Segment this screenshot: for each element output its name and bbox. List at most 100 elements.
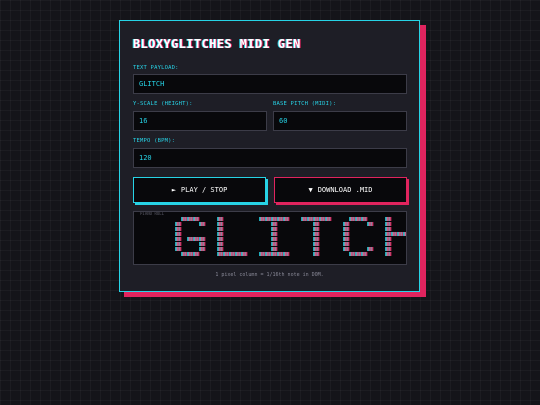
y-scale-label: Y-SCALE (HEIGHT): <box>133 101 193 107</box>
note-pixel <box>284 217 286 221</box>
play-stop-button[interactable]: ► PLAY / STOP <box>133 177 266 203</box>
note-pixel <box>244 252 247 256</box>
note-pixel <box>286 217 289 221</box>
note-pixel <box>274 217 277 221</box>
note-pixel <box>386 217 388 221</box>
note-pixel <box>386 222 388 226</box>
note-pixel <box>314 222 316 226</box>
note-pixel <box>314 237 316 241</box>
note-pixel <box>386 252 388 256</box>
note-pixel <box>364 217 367 221</box>
note-pixel <box>400 232 403 236</box>
note-pixel <box>386 227 388 231</box>
note-pixel <box>394 232 397 236</box>
piano-roll-label: PIANO ROLL <box>140 211 165 216</box>
note-pixel <box>262 252 265 256</box>
note-pixel <box>176 232 178 236</box>
note-pixel <box>388 242 391 246</box>
note-pixel <box>274 227 277 231</box>
note-pixel <box>326 217 328 221</box>
base-pitch-label: BASE PITCH (MIDI): <box>273 101 337 107</box>
note-pixel <box>184 217 187 221</box>
note-pixel <box>176 227 178 231</box>
note-pixel <box>218 232 220 236</box>
note-pixel <box>386 237 388 241</box>
note-pixel <box>388 227 391 231</box>
note-pixel <box>386 232 388 236</box>
note-pixel <box>200 237 202 241</box>
note-pixel <box>178 227 181 231</box>
note-pixel <box>346 232 349 236</box>
note-pixel <box>272 237 274 241</box>
note-pixel <box>194 252 196 256</box>
note-pixel <box>194 217 196 221</box>
note-pixel <box>184 252 187 256</box>
note-pixel <box>188 237 190 241</box>
note-pixel <box>196 217 199 221</box>
note-pixel <box>358 217 361 221</box>
note-pixel <box>196 237 199 241</box>
note-pixel <box>272 217 274 221</box>
note-pixel <box>190 237 193 241</box>
note-pixel <box>220 217 223 221</box>
note-pixel <box>200 242 202 246</box>
note-pixel <box>398 232 400 236</box>
note-pixel <box>272 222 274 226</box>
note-pixel <box>346 247 349 251</box>
text-payload-input[interactable]: GLITCH <box>133 74 407 94</box>
note-pixel <box>362 217 364 221</box>
note-pixel <box>178 222 181 226</box>
base-pitch-input[interactable]: 60 <box>273 111 407 131</box>
note-pixel <box>316 232 319 236</box>
note-pixel <box>358 252 361 256</box>
note-pixel <box>176 242 178 246</box>
note-pixel <box>316 222 319 226</box>
note-pixel <box>368 222 370 226</box>
note-pixel <box>274 237 277 241</box>
note-pixel <box>328 217 331 221</box>
note-pixel <box>316 227 319 231</box>
note-pixel <box>314 232 316 236</box>
note-pixel <box>188 252 190 256</box>
note-pixel <box>272 242 274 246</box>
y-scale-input[interactable]: 16 <box>133 111 267 131</box>
note-pixel <box>386 242 388 246</box>
note-pixel <box>202 242 205 246</box>
note-pixel <box>218 252 220 256</box>
download-mid-button[interactable]: ▼ DOWNLOAD .MID <box>274 177 407 203</box>
note-pixel <box>266 252 268 256</box>
note-pixel <box>266 217 268 221</box>
note-pixel <box>274 247 277 251</box>
download-mid-label: DOWNLOAD .MID <box>317 186 373 194</box>
note-pixel <box>356 217 358 221</box>
preview-caption: 1 pixel column = 1/16th note in DOM. <box>215 272 324 278</box>
note-pixel <box>404 232 406 236</box>
play-icon: ► <box>171 185 176 194</box>
note-pixel <box>274 252 277 256</box>
note-pixel <box>220 232 223 236</box>
note-pixel <box>388 217 391 221</box>
note-pixel <box>388 247 391 251</box>
note-pixel <box>316 252 319 256</box>
note-pixel <box>200 247 202 251</box>
note-pixel <box>344 237 346 241</box>
note-pixel <box>220 227 223 231</box>
note-pixel <box>346 242 349 246</box>
note-pixel <box>316 237 319 241</box>
note-pixel <box>178 247 181 251</box>
note-pixel <box>344 232 346 236</box>
note-pixel <box>314 252 316 256</box>
note-pixel <box>220 237 223 241</box>
tempo-input[interactable]: 120 <box>133 148 407 168</box>
note-pixel <box>346 237 349 241</box>
note-pixel <box>352 217 355 221</box>
note-pixel <box>388 237 391 241</box>
note-pixel <box>344 227 346 231</box>
note-pixel <box>346 227 349 231</box>
note-pixel <box>350 217 352 221</box>
note-pixel <box>286 252 289 256</box>
note-pixel <box>238 252 241 256</box>
note-pixel <box>262 217 265 221</box>
generator-panel: BLOXYGLITCHES MIDI GEN TEXT PAYLOAD: GLI… <box>119 20 420 292</box>
note-pixel <box>316 247 319 251</box>
